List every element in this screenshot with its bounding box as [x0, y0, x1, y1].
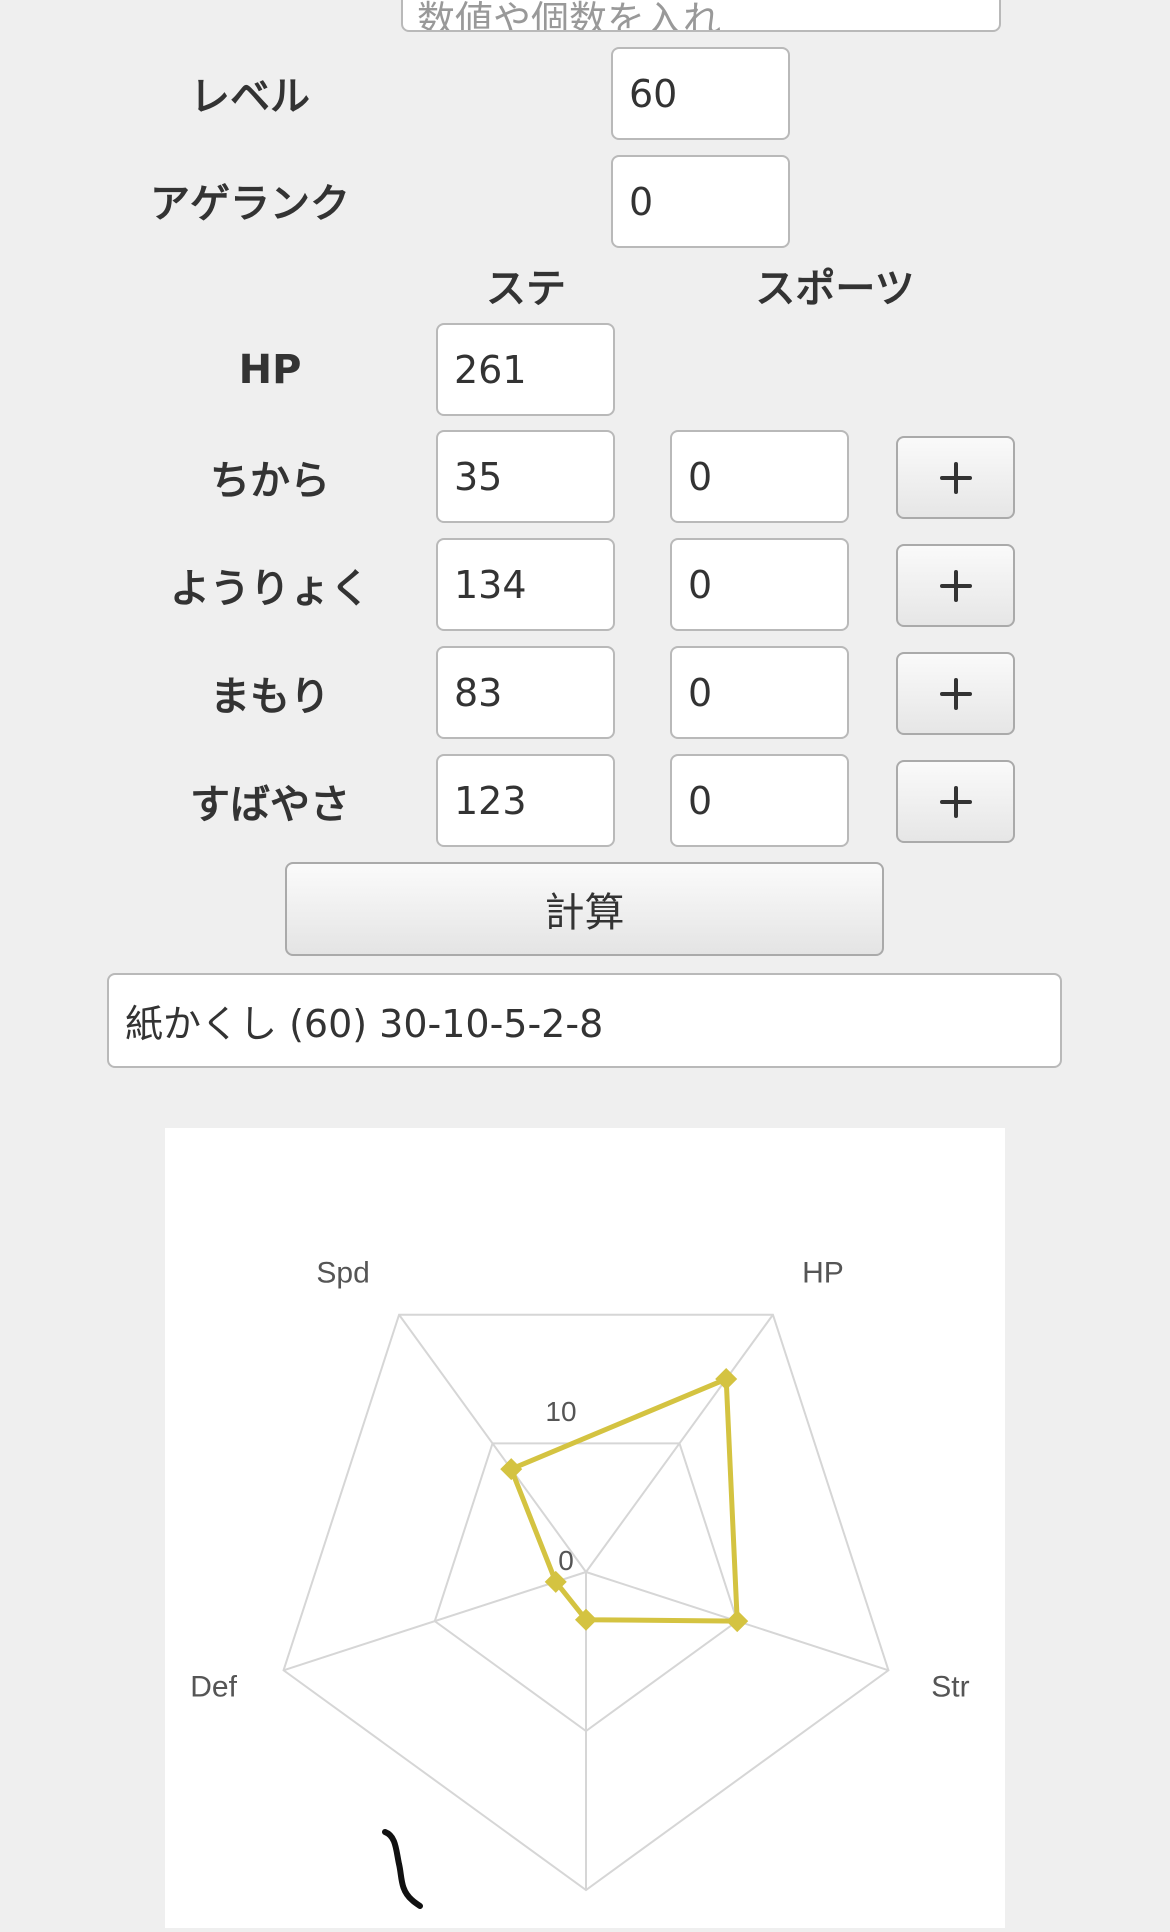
sports-input-spd[interactable]: 0	[670, 754, 849, 847]
radar-axis-label-spd: Spd	[316, 1257, 369, 1290]
radar-tick-label-10: 10	[545, 1396, 576, 1427]
level-label: レベル	[190, 74, 310, 120]
sports-column-header: スポーツ	[755, 266, 915, 312]
radar-tick-label-0: 0	[558, 1545, 574, 1576]
stat-label-def: まもり	[210, 673, 330, 720]
stat-label-str: ちから	[210, 457, 330, 504]
stat-label-hp: HP	[238, 346, 302, 393]
radar-axis-label-def: Def	[190, 1670, 237, 1703]
plus-icon	[939, 677, 972, 710]
handdrawn-stroke	[382, 1829, 423, 1909]
name-input[interactable]: 数値や個数を入れ	[401, 0, 1001, 32]
stat-input-def[interactable]: 83	[436, 646, 615, 739]
sports-input-mag[interactable]: 0	[670, 538, 849, 631]
radar-point-hp	[715, 1368, 738, 1391]
plus-button-str[interactable]	[896, 436, 1015, 519]
name-input-placeholder: 数値や個数を入れ	[417, 0, 722, 32]
plus-icon	[939, 785, 972, 818]
result-field[interactable]: 紙かくし (60) 30-10-5-2-8	[107, 973, 1062, 1068]
radar-spoke-3	[283, 1571, 587, 1672]
level-input[interactable]: 60	[611, 47, 790, 140]
sports-input-str[interactable]: 0	[670, 430, 849, 523]
agerank-input[interactable]: 0	[611, 155, 790, 248]
calculate-button[interactable]: 計算	[285, 862, 884, 956]
plus-icon	[939, 461, 972, 494]
radar-chart-card: HP Str Def Spd 0 10	[165, 1128, 1005, 1928]
stat-input-str[interactable]: 35	[436, 430, 615, 523]
plus-icon	[939, 569, 972, 602]
stat-column-header: ステ	[486, 266, 566, 312]
agerank-label: アゲランク	[150, 181, 350, 227]
radar-point-str	[726, 1610, 749, 1633]
plus-button-mag[interactable]	[896, 544, 1015, 627]
radar-chart: HP Str Def Spd 0 10	[190, 1257, 970, 1892]
radar-axis-label-hp: HP	[802, 1257, 844, 1290]
stat-input-mag[interactable]: 134	[436, 538, 615, 631]
radar-point-spd	[500, 1458, 523, 1481]
stat-input-spd[interactable]: 123	[436, 754, 615, 847]
stat-label-spd: すばやさ	[190, 781, 350, 828]
radar-axis-label-str: Str	[931, 1670, 969, 1703]
plus-button-def[interactable]	[896, 652, 1015, 735]
plus-button-spd[interactable]	[896, 760, 1015, 843]
stat-input-hp[interactable]: 261	[436, 323, 615, 416]
stat-label-mag: ようりょく	[170, 565, 370, 612]
sports-input-def[interactable]: 0	[670, 646, 849, 739]
